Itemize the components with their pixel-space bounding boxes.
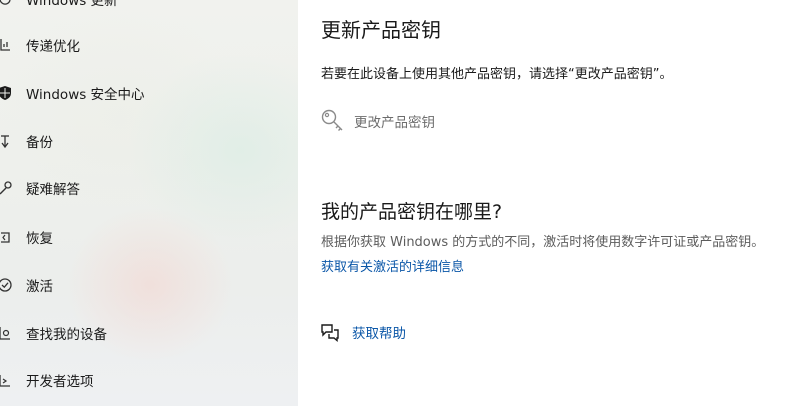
sidebar-item-windows-update[interactable]: Windows 更新 [0,0,298,19]
backup-arrow-icon [0,133,12,149]
update-product-key-description: 若要在此设备上使用其他产品密钥，请选择“更改产品密钥”。 [321,67,673,82]
sidebar-item-developer-options[interactable]: 开发者选项 [0,360,298,400]
wrench-icon [0,180,12,196]
key-icon [320,108,346,134]
get-help-label: 获取帮助 [352,326,406,342]
find-device-icon [0,325,12,341]
sidebar-item-label: Windows 安全中心 [26,87,145,103]
sidebar-item-label: 恢复 [26,231,53,247]
help-chat-icon [320,322,340,342]
activation-content: 更新产品密钥 若要在此设备上使用其他产品密钥，请选择“更改产品密钥”。 更改产品… [298,0,793,406]
sidebar-item-activation[interactable]: 激活 [0,265,298,305]
sidebar-item-delivery-optimization[interactable]: 传递优化 [0,25,298,65]
recovery-icon [0,229,12,245]
sidebar-item-label: 传递优化 [26,39,80,55]
activation-check-icon [0,277,12,293]
update-product-key-heading: 更新产品密钥 [321,18,441,42]
sidebar-item-label: 开发者选项 [26,374,94,390]
sidebar-item-label: Windows 更新 [26,0,118,9]
change-product-key-button[interactable]: 更改产品密钥 [320,106,460,136]
where-is-product-key-heading: 我的产品密钥在哪里? [321,201,503,223]
delivery-optimization-icon [0,37,12,53]
settings-sidebar: Windows 更新 传递优化 Windows 安全中心 备份 疑难解答 恢复 [0,0,298,406]
get-help-link[interactable]: 获取帮助 [320,320,406,344]
sidebar-item-backup[interactable]: 备份 [0,121,298,161]
sidebar-item-label: 备份 [26,135,53,151]
developer-icon [0,372,12,388]
sidebar-item-windows-security[interactable]: Windows 安全中心 [0,73,298,113]
change-product-key-label: 更改产品密钥 [354,115,435,131]
sidebar-item-label: 查找我的设备 [26,327,107,343]
refresh-icon [0,0,12,7]
sidebar-item-label: 疑难解答 [26,182,80,198]
activation-details-link[interactable]: 获取有关激活的详细信息 [321,256,464,275]
sidebar-item-label: 激活 [26,279,53,295]
sidebar-item-find-my-device[interactable]: 查找我的设备 [0,313,298,353]
sidebar-item-recovery[interactable]: 恢复 [0,217,298,257]
where-is-product-key-description: 根据你获取 Windows 的方式的不同，激活时将使用数字许可证或产品密钥。 [321,235,765,250]
shield-icon [0,85,12,101]
sidebar-item-troubleshoot[interactable]: 疑难解答 [0,168,298,208]
